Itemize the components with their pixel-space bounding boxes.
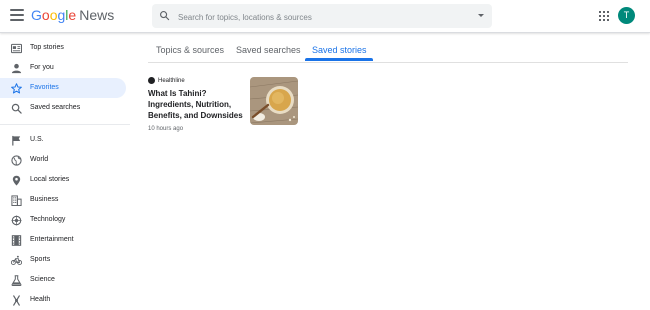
tab-saved-searches[interactable]: Saved searches	[236, 44, 301, 56]
sidebar: Top stories For you Favorites Saved sear…	[0, 33, 130, 307]
sidebar-item-science[interactable]: Science	[0, 270, 126, 290]
thumbnail-graphic	[250, 77, 298, 125]
sidebar-item-favorites[interactable]: Favorites	[0, 78, 126, 98]
business-building-icon	[11, 195, 22, 206]
tab-topics-sources[interactable]: Topics & sources	[156, 44, 224, 56]
sidebar-item-label: Local stories	[30, 176, 70, 183]
sidebar-item-local-stories[interactable]: Local stories	[0, 170, 126, 190]
search-input[interactable]	[176, 8, 470, 26]
bicycle-icon	[11, 255, 22, 265]
sidebar-item-saved-searches[interactable]: Saved searches	[0, 98, 126, 118]
sidebar-item-world[interactable]: World	[0, 150, 126, 170]
sidebar-item-label: U.S.	[30, 136, 44, 143]
sidebar-item-label: Saved searches	[30, 104, 81, 111]
active-tab-indicator	[305, 58, 373, 61]
sidebar-item-label: Science	[30, 276, 55, 283]
star-icon	[11, 83, 22, 94]
story-headline[interactable]: What Is Tahini? Ingredients, Nutrition, …	[148, 88, 244, 121]
technology-chip-icon	[11, 215, 22, 226]
person-icon	[11, 63, 22, 74]
tahini-bowl-image[interactable]	[250, 77, 298, 125]
film-icon	[11, 235, 22, 246]
newspaper-icon	[11, 43, 22, 54]
sidebar-item-health[interactable]: Health	[0, 290, 126, 310]
sidebar-item-label: Entertainment	[30, 236, 74, 243]
location-pin-icon	[12, 175, 21, 186]
sidebar-item-label: Business	[30, 196, 59, 203]
health-icon	[13, 295, 20, 306]
sidebar-item-label: Top stories	[30, 44, 64, 51]
tab-saved-stories[interactable]: Saved stories	[312, 44, 367, 56]
logo-letter-g: G	[31, 7, 42, 23]
hamburger-menu-icon[interactable]	[10, 9, 24, 21]
globe-icon	[11, 155, 22, 166]
apps-grid-icon[interactable]	[599, 11, 609, 21]
publisher-logo-icon	[148, 77, 155, 84]
search-dropdown-icon[interactable]	[478, 14, 484, 17]
story-card[interactable]: Healthline What Is Tahini? Ingredients, …	[148, 77, 300, 133]
logo-product-name: News	[79, 7, 115, 23]
search-icon	[11, 103, 22, 114]
sidebar-item-sports[interactable]: Sports	[0, 250, 126, 270]
sidebar-item-label: For you	[30, 64, 54, 71]
sidebar-item-label: Sports	[30, 256, 51, 263]
sidebar-item-business[interactable]: Business	[0, 190, 126, 210]
sidebar-item-label: World	[30, 156, 49, 163]
flag-icon	[12, 135, 21, 146]
google-news-logo[interactable]: Google News	[31, 7, 114, 24]
avatar[interactable]: T	[618, 7, 635, 24]
sidebar-item-us[interactable]: U.S.	[0, 130, 126, 150]
logo-letter-e: e	[68, 7, 77, 23]
sidebar-item-label: Technology	[30, 216, 66, 223]
sidebar-item-for-you[interactable]: For you	[0, 58, 126, 78]
sidebar-item-technology[interactable]: Technology	[0, 210, 126, 230]
logo-letter-o1: o	[41, 7, 50, 23]
search-icon	[160, 11, 170, 21]
top-bar: GoogleNews T	[0, 0, 650, 33]
sidebar-item-entertainment[interactable]: Entertainment	[0, 230, 126, 250]
sidebar-item-label: Health	[30, 296, 51, 303]
publisher-name: Healthline	[158, 78, 185, 84]
sidebar-item-label: Favorites	[30, 84, 59, 91]
science-flask-icon	[11, 275, 22, 286]
story-timestamp: 10 hours ago	[148, 126, 184, 132]
saved-tabs: Topics & sources Saved searches Saved st…	[148, 40, 628, 63]
search-box[interactable]	[152, 4, 492, 28]
sidebar-item-top-stories[interactable]: Top stories	[0, 38, 126, 58]
sidebar-divider	[0, 124, 130, 125]
